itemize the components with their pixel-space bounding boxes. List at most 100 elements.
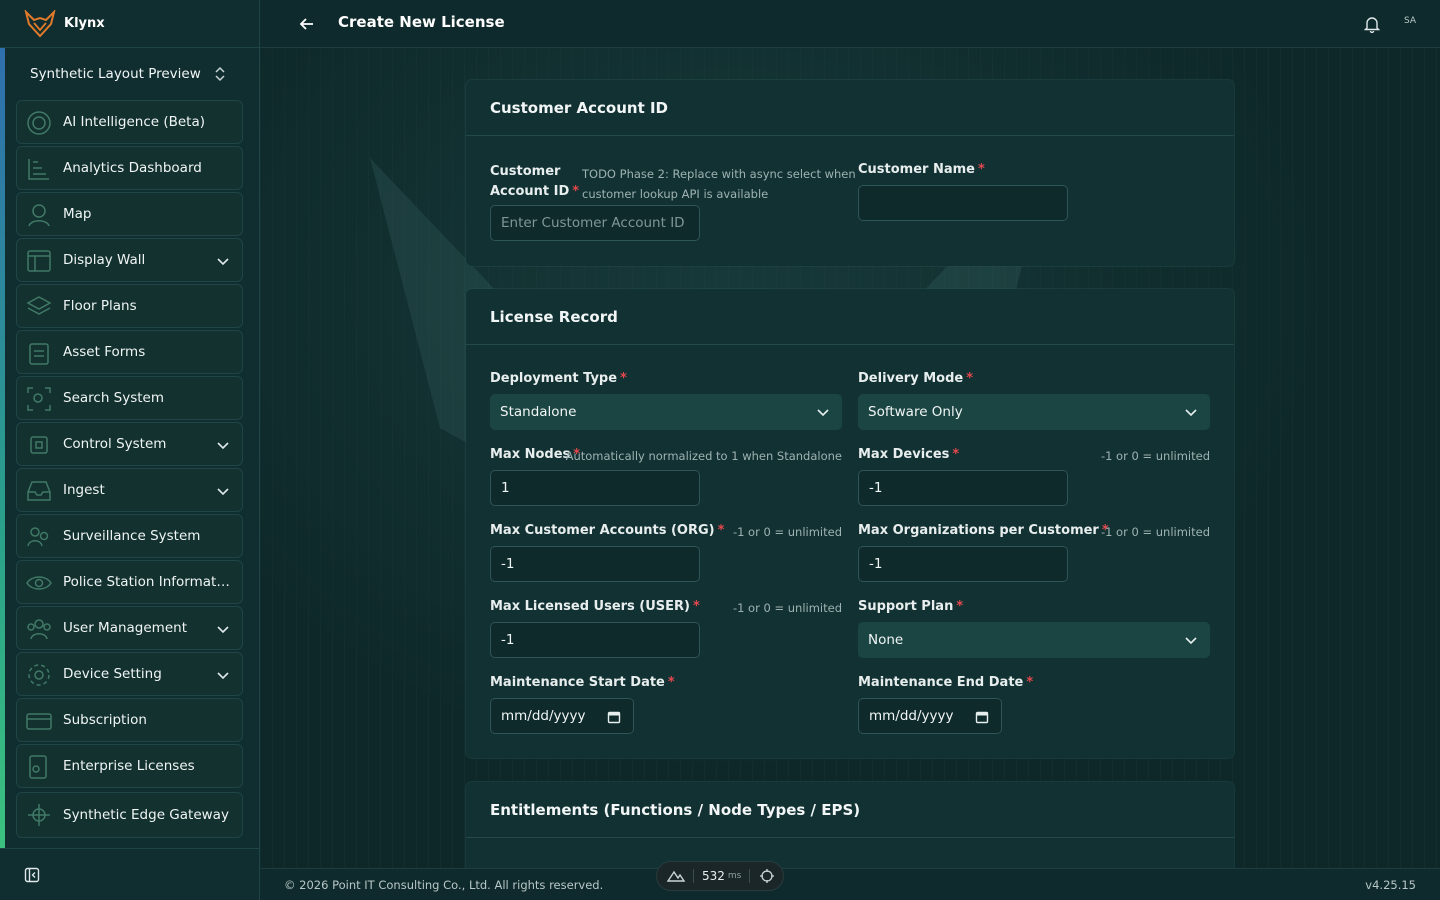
- page-title: Create New License: [338, 13, 505, 31]
- inbox-icon: [27, 481, 51, 501]
- max-orgs-per-customer-label: Max Organizations per Customer *: [858, 523, 1109, 538]
- sidebar-item-label: Asset Forms: [63, 344, 146, 360]
- cpu-icon: [30, 436, 48, 454]
- deployment-type-select[interactable]: Standalone: [490, 394, 842, 430]
- sidebar-item-user-management[interactable]: User Management: [16, 606, 243, 650]
- sidebar-item-asset-forms[interactable]: Asset Forms: [16, 330, 243, 374]
- select-value: None: [868, 632, 904, 648]
- section-title: Customer Account ID: [490, 98, 668, 117]
- maintenance-end-date-input[interactable]: mm/dd/yyyy: [858, 698, 1002, 734]
- required-mark: *: [620, 371, 627, 386]
- max-nodes-hint: Automatically normalized to 1 when Stand…: [565, 449, 842, 463]
- calendar-icon[interactable]: [607, 710, 621, 724]
- sidebar-item-map[interactable]: Map: [16, 192, 243, 236]
- customer-name-input[interactable]: [858, 185, 1068, 221]
- sidebar-item-label: Map: [63, 206, 92, 222]
- chevron-down-icon: [217, 442, 229, 450]
- required-mark: *: [667, 675, 675, 690]
- max-orgs-per-customer-input[interactable]: -1: [858, 546, 1068, 582]
- license-icon: [29, 755, 47, 779]
- chevron-down-icon: [217, 672, 229, 680]
- delivery-mode-label: Delivery Mode *: [858, 371, 973, 386]
- sidebar-item-analytics-dashboard[interactable]: Analytics Dashboard: [16, 146, 243, 190]
- sidebar-item-label: Ingest: [63, 482, 105, 498]
- max-licensed-users-label: Max Licensed Users (USER) *: [490, 599, 700, 614]
- label-text: Max Organizations per Customer: [858, 523, 1099, 538]
- mountain-logo-icon: [667, 870, 685, 882]
- max-licensed-users-input[interactable]: -1: [490, 622, 700, 658]
- sidebar-item-ai-intelligence-beta[interactable]: AI Intelligence (Beta): [16, 100, 243, 144]
- max-customer-accounts-input[interactable]: -1: [490, 546, 700, 582]
- support-plan-label: Support Plan *: [858, 599, 963, 614]
- calendar-icon[interactable]: [975, 710, 989, 724]
- chevron-down-icon: [217, 258, 229, 266]
- max-licensed-users-hint: -1 or 0 = unlimited: [732, 601, 842, 615]
- layers-icon: [26, 296, 52, 315]
- sidebar-item-search-system[interactable]: Search System: [16, 376, 243, 420]
- radar-icon: [27, 111, 51, 135]
- hint-line-2: customer lookup API is available: [582, 187, 769, 201]
- sidebar-item-synthetic-edge-gateway[interactable]: Synthetic Edge Gateway: [16, 792, 243, 838]
- entitlements-card: Entitlements (Functions / Node Types / E…: [466, 782, 1234, 868]
- sidebar-item-label: AI Intelligence (Beta): [63, 114, 206, 130]
- sidebar-item-label: Control System: [63, 436, 167, 452]
- sidebar-item-floor-plans[interactable]: Floor Plans: [16, 284, 243, 328]
- bell-icon[interactable]: [1364, 15, 1380, 33]
- sidebar-item-police-station-informati[interactable]: Police Station Informati...: [16, 560, 243, 604]
- sidebar-item-label: Analytics Dashboard: [63, 160, 202, 176]
- sidebar-item-ingest[interactable]: Ingest: [16, 468, 243, 512]
- avatar[interactable]: SA: [1404, 16, 1416, 26]
- sidebar-item-display-wall[interactable]: Display Wall: [16, 238, 243, 282]
- collapse-sidebar-icon[interactable]: [24, 867, 40, 883]
- required-mark: *: [1026, 675, 1034, 690]
- required-mark: *: [717, 523, 725, 538]
- card-header: License Record: [466, 289, 1234, 345]
- copyright-text: © 2026 Point IT Consulting Co., Ltd. All…: [284, 878, 604, 892]
- customer-account-id-input[interactable]: Enter Customer Account ID: [490, 205, 700, 241]
- project-switcher[interactable]: Synthetic Layout Preview: [16, 58, 242, 90]
- crosshair-icon[interactable]: [758, 869, 776, 883]
- main-content: Customer Account ID Customer Account ID *…: [260, 48, 1440, 868]
- sidebar-footer: [0, 848, 259, 900]
- maintenance-start-date-input[interactable]: mm/dd/yyyy: [490, 698, 634, 734]
- sidebar-item-device-setting[interactable]: Device Setting: [16, 652, 243, 696]
- gear-icon: [28, 664, 50, 686]
- required-mark: *: [572, 184, 580, 199]
- label-text: Maintenance Start Date: [490, 675, 665, 690]
- section-title: Entitlements (Functions / Node Types / E…: [490, 800, 861, 819]
- label-text: Maintenance End Date: [858, 675, 1024, 690]
- label-line-1: Customer: [490, 164, 561, 179]
- brand: Klynx: [0, 0, 259, 48]
- customer-account-id-label: Customer Account ID *: [490, 162, 579, 202]
- customer-account-card: Customer Account ID Customer Account ID *…: [466, 80, 1234, 266]
- scan-search-icon: [27, 387, 51, 411]
- label-text: Max Devices: [858, 447, 950, 462]
- select-value: Standalone: [500, 404, 577, 420]
- sidebar-item-label: Subscription: [63, 712, 147, 728]
- customer-name-label: Customer Name *: [858, 162, 985, 177]
- map-pin-icon: [28, 204, 50, 227]
- clipboard-icon: [29, 343, 49, 365]
- max-orgs-per-customer-hint: -1 or 0 = unlimited: [1100, 525, 1210, 539]
- support-plan-select[interactable]: None: [858, 622, 1210, 658]
- back-arrow-icon[interactable]: [298, 15, 316, 33]
- performance-widget[interactable]: 532 ms: [656, 861, 784, 891]
- max-customer-accounts-hint: -1 or 0 = unlimited: [732, 525, 842, 539]
- required-mark: *: [952, 447, 960, 462]
- sidebar-item-control-system[interactable]: Control System: [16, 422, 243, 466]
- label-text: Customer Name: [858, 162, 975, 177]
- max-devices-hint: -1 or 0 = unlimited: [1100, 449, 1210, 463]
- sidebar-item-subscription[interactable]: Subscription: [16, 698, 243, 742]
- chevron-down-icon: [217, 626, 229, 634]
- delivery-mode-select[interactable]: Software Only: [858, 394, 1210, 430]
- sidebar-item-surveillance-system[interactable]: Surveillance System: [16, 514, 243, 558]
- divider: [693, 869, 694, 883]
- deployment-type-label: Deployment Type *: [490, 371, 627, 386]
- sidebar-item-label: Enterprise Licenses: [63, 758, 195, 774]
- fox-logo-icon: [24, 9, 56, 37]
- max-nodes-input[interactable]: 1: [490, 470, 700, 506]
- maintenance-start-label: Maintenance Start Date *: [490, 675, 675, 690]
- required-mark: *: [966, 371, 974, 386]
- max-devices-input[interactable]: -1: [858, 470, 1068, 506]
- sidebar-item-enterprise-licenses[interactable]: Enterprise Licenses: [16, 744, 243, 788]
